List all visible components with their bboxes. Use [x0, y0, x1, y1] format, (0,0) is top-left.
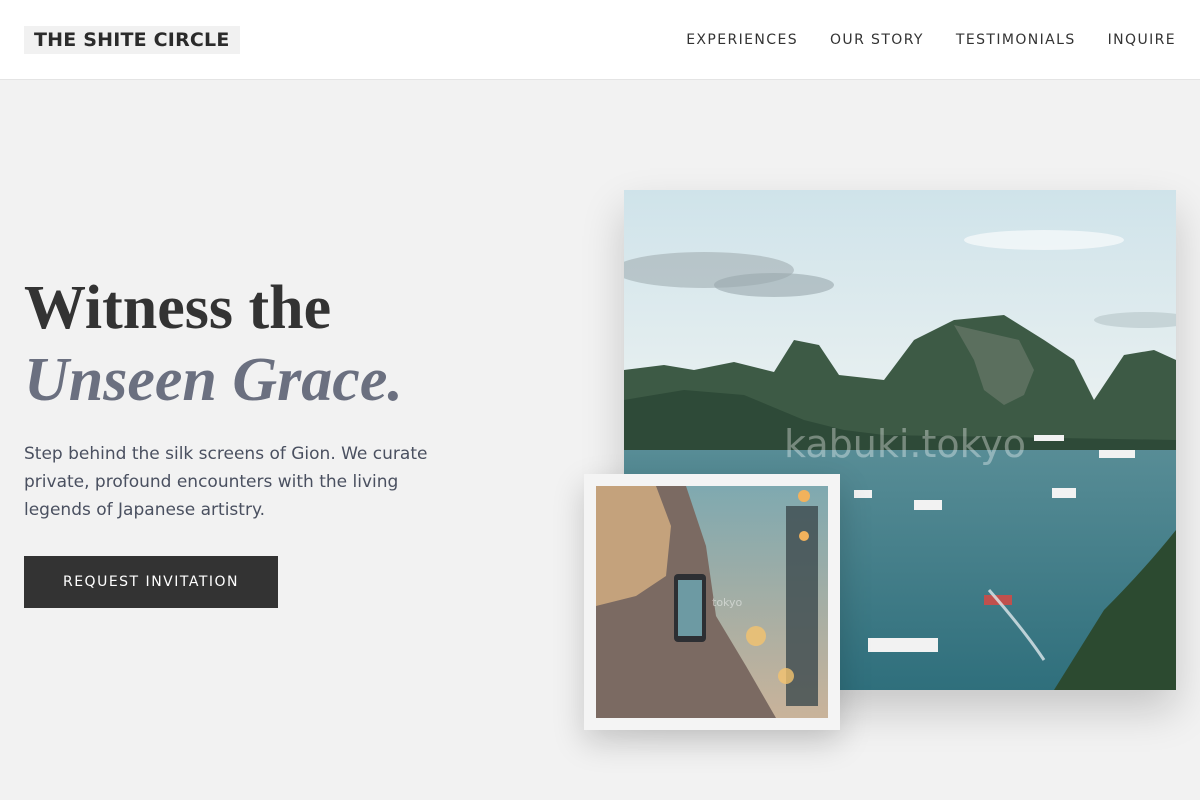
- traveler-photo: tokyo: [596, 486, 828, 718]
- main-image-watermark: kabuki.tokyo: [784, 422, 1027, 466]
- main-nav: EXPERIENCES OUR STORY TESTIMONIALS INQUI…: [686, 31, 1176, 49]
- hero-description: Step behind the silk screens of Gion. We…: [24, 444, 428, 520]
- small-image-watermark: tokyo: [712, 596, 743, 609]
- hero-title-line1: Witness the: [24, 274, 332, 342]
- nav-testimonials[interactable]: TESTIMONIALS: [956, 31, 1076, 49]
- site-logo[interactable]: THE SHITE CIRCLE: [24, 26, 240, 54]
- traveler-photo-frame: tokyo: [584, 474, 840, 730]
- site-header: THE SHITE CIRCLE EXPERIENCES OUR STORY T…: [0, 0, 1200, 80]
- nav-inquire[interactable]: INQUIRE: [1108, 31, 1176, 49]
- nav-our-story[interactable]: OUR STORY: [830, 31, 924, 49]
- nav-experiences[interactable]: EXPERIENCES: [686, 31, 798, 49]
- hero-title-line2: Unseen Grace.: [24, 346, 403, 414]
- hero-title: Witness the Unseen Grace.: [24, 272, 403, 416]
- request-invitation-button[interactable]: REQUEST INVITATION: [24, 556, 278, 608]
